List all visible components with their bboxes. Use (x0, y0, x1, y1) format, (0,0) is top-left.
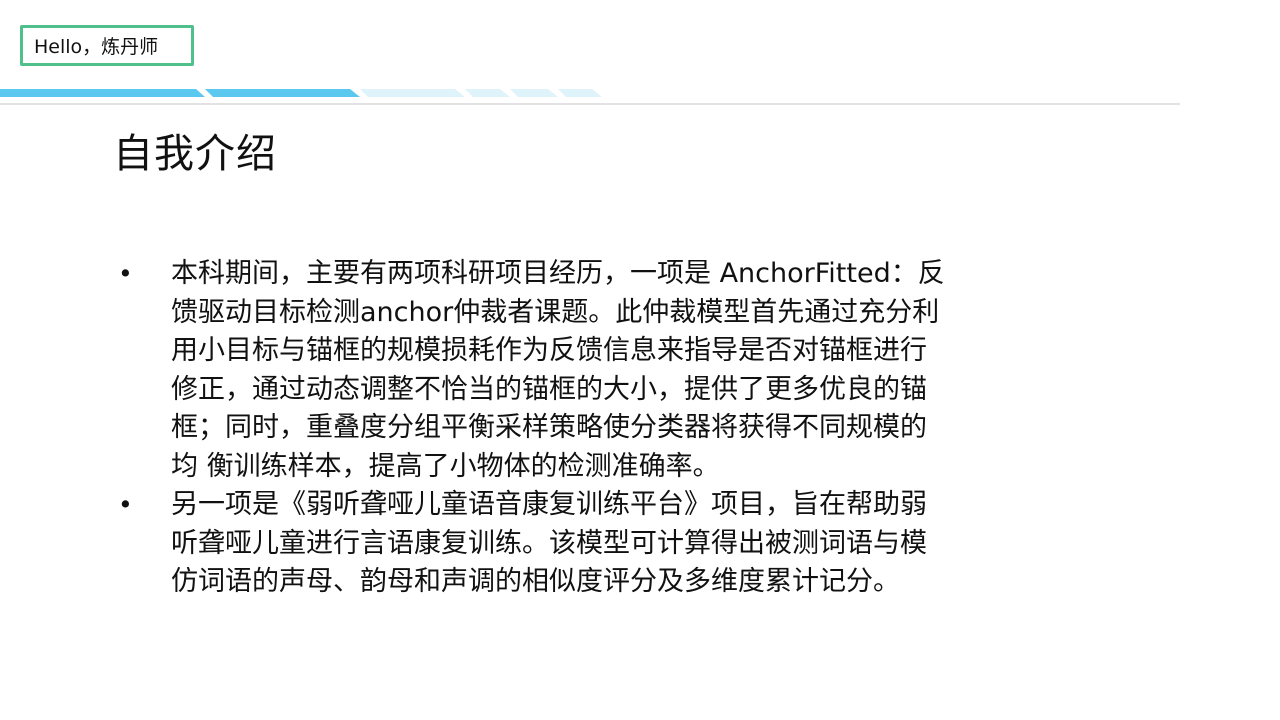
decorative-header-band (0, 89, 1180, 105)
bullet-marker: • (118, 490, 133, 519)
greeting-badge: Hello，炼丹师 (20, 25, 194, 66)
band-segment-4 (465, 89, 510, 97)
band-segment-5 (510, 89, 558, 97)
bullet-item-research-speech: • 另一项是《弱听聋哑儿童语音康复训练平台》项目，旨在帮助弱 听聋哑儿童进行言语… (118, 486, 1078, 602)
band-segment-6 (558, 89, 602, 97)
bullet-marker: • (118, 259, 133, 288)
bullet-item-research-anchor: • 本科期间，主要有两项科研项目经历，一项是 AnchorFitted：反 馈驱… (118, 255, 1078, 486)
bullet-text: 另一项是《弱听聋哑儿童语音康复训练平台》项目，旨在帮助弱 听聋哑儿童进行言语康复… (171, 489, 927, 597)
bullet-text: 本科期间，主要有两项科研项目经历，一项是 AnchorFitted：反 馈驱动目… (171, 258, 945, 482)
band-segment-1 (0, 89, 205, 97)
greeting-text: Hello，炼丹师 (34, 36, 159, 58)
page-title: 自我介绍 (113, 131, 277, 177)
band-segment-2 (205, 89, 360, 97)
intro-bullet-list: • 本科期间，主要有两项科研项目经历，一项是 AnchorFitted：反 馈驱… (118, 255, 1078, 602)
band-segment-3 (360, 89, 465, 97)
